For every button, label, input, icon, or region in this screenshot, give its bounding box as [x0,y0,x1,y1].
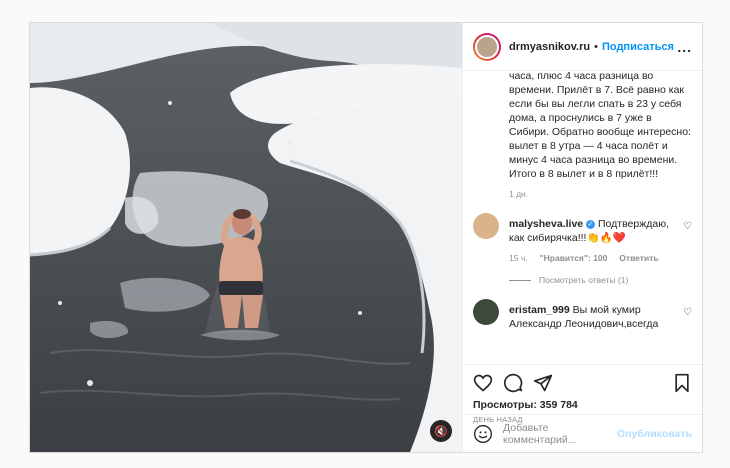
comment-avatar[interactable] [473,299,499,325]
comment-avatar[interactable] [473,213,499,239]
speaker-muted-icon: 🔇 [434,425,448,438]
view-replies-label: Посмотреть ответы (1) [539,275,629,285]
video-player[interactable]: 🔇 [30,23,462,452]
comment-icon[interactable] [503,373,523,393]
comment-like-heart-icon[interactable]: ♡ [683,307,692,318]
comments-section[interactable]: часа, плюс 4 часа разница во времени. Пр… [463,71,702,364]
comment-input[interactable]: Добавьте комментарий... [503,422,617,446]
more-options-icon[interactable]: ... [677,39,692,55]
comment-meta: 15 ч. "Нравится": 100 Ответить [509,253,692,263]
comment-body: eristam_999 Вы мой кумир Александр Леони… [509,303,692,331]
reply-button[interactable]: Ответить [619,253,658,263]
bookmark-icon[interactable] [672,373,692,393]
comment-body: malysheva.live ✓ Подтверждаю, как сибиря… [509,217,692,245]
verified-badge-icon: ✓ [586,220,596,229]
smile-icon[interactable] [473,424,493,444]
comment-item: eristam_999 Вы мой кумир Александр Леони… [473,299,692,331]
action-icons [473,371,692,395]
replies-divider [509,279,531,281]
paper-plane-icon[interactable] [533,373,553,393]
video-frame [30,23,462,452]
comment-likes[interactable]: "Нравится": 100 [540,253,608,263]
heart-icon[interactable] [473,373,493,393]
follow-button[interactable]: Подписаться [602,41,674,53]
author-username[interactable]: drmyasnikov.ru [509,41,590,53]
post-header: drmyasnikov.ru • Подписаться ... [463,23,702,71]
comment-like-heart-icon[interactable]: ♡ [683,221,692,232]
publish-button[interactable]: Опубликовать [617,428,692,440]
post-caption: часа, плюс 4 часа разница во времени. Пр… [509,71,691,180]
author-avatar[interactable] [473,32,501,61]
caption-time[interactable]: 1 дн. [509,189,692,199]
post-date[interactable]: ДЕНЬ НАЗАД [473,415,692,424]
comment-time[interactable]: 15 ч. [509,253,528,263]
view-count[interactable]: Просмотры: 359 784 [473,399,692,411]
mute-button[interactable]: 🔇 [430,420,452,442]
post-sidebar: drmyasnikov.ru • Подписаться ... часа, п… [462,23,702,452]
comment-username[interactable]: eristam_999 [509,304,570,316]
comment-item: malysheva.live ✓ Подтверждаю, как сибиря… [473,213,692,285]
view-replies[interactable]: Посмотреть ответы (1) [509,275,692,285]
post-actions: Просмотры: 359 784 ДЕНЬ НАЗАД [463,364,702,424]
post-dialog: 🔇 drmyasnikov.ru • Подписаться ... часа,… [29,22,703,453]
separator-dot: • [594,40,598,53]
comment-username[interactable]: malysheva.live [509,218,583,230]
